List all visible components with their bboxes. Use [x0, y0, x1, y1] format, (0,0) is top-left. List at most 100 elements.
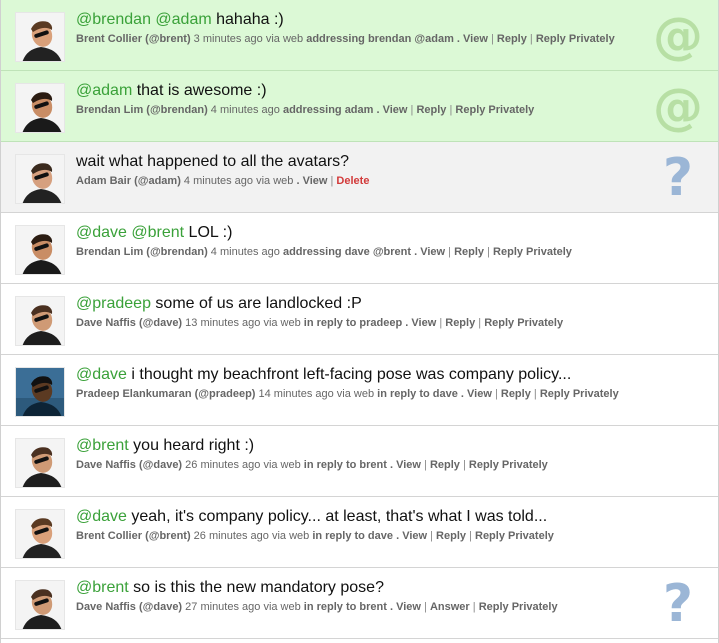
reply-link[interactable]: Reply	[445, 317, 475, 329]
reply-to-text: in reply to dave	[377, 388, 458, 400]
tweet-body: so is this the new mandatory pose?	[128, 579, 384, 596]
avatar[interactable]	[15, 509, 65, 559]
mention-link[interactable]: @dave @brent	[76, 224, 184, 241]
answer-link[interactable]: Answer	[430, 601, 470, 613]
author-name[interactable]: Brendan Lim (@brendan)	[76, 246, 208, 258]
avatar-image	[16, 439, 64, 487]
tweet-meta: Brent Collier (@brent) 3 minutes ago via…	[76, 33, 615, 45]
tweet-content: @dave @brent LOL :) Brendan Lim (@brenda…	[76, 223, 636, 259]
avatar-image	[16, 13, 64, 61]
view-link[interactable]: . View	[390, 459, 421, 471]
timestamp: 27 minutes ago via web	[182, 601, 304, 613]
mention-badge-icon: @	[653, 7, 703, 65]
reply-link[interactable]: Reply	[454, 246, 484, 258]
reply-privately-link[interactable]: Reply Privately	[536, 33, 615, 45]
author-name[interactable]: Dave Naffis (@dave)	[76, 317, 182, 329]
tweet-body: that is awesome :)	[132, 82, 267, 99]
avatar-image	[16, 581, 64, 629]
avatar[interactable]	[15, 438, 65, 488]
tweet-body: hahaha :)	[211, 11, 284, 28]
tweet-body: LOL :)	[184, 224, 233, 241]
reply-privately-link[interactable]: Reply Privately	[455, 104, 534, 116]
timestamp: 4 minutes ago via web	[180, 175, 297, 187]
reply-to-text: in reply to brent	[303, 459, 387, 471]
reply-link[interactable]: Reply	[497, 33, 527, 45]
view-link[interactable]: . View	[377, 104, 408, 116]
avatar[interactable]	[15, 367, 65, 417]
reply-link[interactable]: Reply	[416, 104, 446, 116]
tweet-meta: Dave Naffis (@dave) 27 minutes ago via w…	[76, 601, 558, 613]
reply-privately-link[interactable]: Reply Privately	[493, 246, 572, 258]
addressing-text: addressing adam	[282, 104, 374, 116]
timestamp: 26 minutes ago via web	[190, 530, 313, 542]
view-link[interactable]: . View	[405, 317, 436, 329]
tweet-meta: Pradeep Elankumaran (@pradeep) 14 minute…	[76, 388, 619, 400]
avatar[interactable]	[15, 225, 65, 275]
tweet-text: wait what happened to all the avatars?	[76, 152, 636, 172]
tweet-row: @dave i thought my beachfront left-facin…	[1, 355, 718, 426]
tweet-content: @dave i thought my beachfront left-facin…	[76, 365, 636, 401]
tweet-row: @brendan @adam hahaha :) Brent Collier (…	[1, 0, 718, 71]
author-name[interactable]: Pradeep Elankumaran (@pradeep)	[76, 388, 255, 400]
avatar-image	[16, 510, 64, 558]
tweet-content: @brent so is this the new mandatory pose…	[76, 578, 636, 614]
tweet-meta: Dave Naffis (@dave) 26 minutes ago via w…	[76, 459, 548, 471]
author-name[interactable]: Brendan Lim (@brendan)	[76, 104, 208, 116]
reply-privately-link[interactable]: Reply Privately	[479, 601, 558, 613]
tweet-meta: Brent Collier (@brent) 26 minutes ago vi…	[76, 530, 554, 542]
tweet-meta: Adam Bair (@adam) 4 minutes ago via web …	[76, 175, 370, 187]
mention-link[interactable]: @dave	[76, 366, 127, 383]
view-link[interactable]: . View	[396, 530, 427, 542]
avatar-image	[16, 368, 64, 416]
reply-privately-link[interactable]: Reply Privately	[540, 388, 619, 400]
avatar[interactable]	[15, 83, 65, 133]
tweet-text: @brendan @adam hahaha :)	[76, 10, 636, 30]
avatar-image	[16, 297, 64, 345]
tweet-body: you heard right :)	[128, 437, 255, 454]
tweet-content: @adam that is awesome :) Brendan Lim (@b…	[76, 81, 636, 117]
author-name[interactable]: Brent Collier (@brent)	[76, 33, 191, 45]
tweet-body: yeah, it's company policy... at least, t…	[126, 508, 548, 525]
avatar[interactable]	[15, 12, 65, 62]
reply-privately-link[interactable]: Reply Privately	[469, 459, 548, 471]
mention-link[interactable]: @adam	[76, 82, 132, 99]
reply-to-text: in reply to brent	[303, 601, 387, 613]
view-link[interactable]: . View	[461, 388, 492, 400]
tweet-body: wait what happened to all the avatars?	[76, 153, 350, 170]
addressing-text: addressing brendan @adam	[306, 33, 454, 45]
reply-link[interactable]: Reply	[501, 388, 531, 400]
mention-link[interactable]: @pradeep	[76, 295, 151, 312]
tweet-row: @adam that is awesome :) Brendan Lim (@b…	[1, 71, 718, 142]
view-link[interactable]: . View	[296, 175, 327, 187]
timestamp: 13 minutes ago via web	[182, 317, 304, 329]
reply-link[interactable]: Reply	[430, 459, 460, 471]
tweet-row: @pradeep some of us are landlocked :P Da…	[1, 284, 718, 355]
tweet-text: @adam that is awesome :)	[76, 81, 636, 101]
tweet-text: @dave @brent LOL :)	[76, 223, 636, 243]
author-name[interactable]: Adam Bair (@adam)	[76, 175, 181, 187]
mention-link[interactable]: @brent	[76, 579, 129, 596]
mention-link[interactable]: @dave	[76, 508, 127, 525]
reply-privately-link[interactable]: Reply Privately	[475, 530, 554, 542]
reply-link[interactable]: Reply	[436, 530, 466, 542]
mention-link[interactable]: @brendan @adam	[76, 11, 212, 28]
avatar[interactable]	[15, 580, 65, 630]
avatar[interactable]	[15, 154, 65, 204]
avatar[interactable]	[15, 296, 65, 346]
view-link[interactable]: . View	[390, 601, 421, 613]
tweet-row: @dave yeah, it's company policy... at le…	[1, 497, 718, 568]
view-link[interactable]: . View	[457, 33, 488, 45]
tweet-content: @brendan @adam hahaha :) Brent Collier (…	[76, 10, 636, 46]
timestamp: 26 minutes ago via web	[182, 459, 304, 471]
tweet-row: wait what happened to all the avatars? A…	[1, 142, 718, 213]
mention-link[interactable]: @brent	[76, 437, 129, 454]
author-name[interactable]: Brent Collier (@brent)	[76, 530, 191, 542]
delete-link[interactable]: Delete	[336, 175, 369, 187]
author-name[interactable]: Dave Naffis (@dave)	[76, 601, 182, 613]
view-link[interactable]: . View	[414, 246, 445, 258]
author-name[interactable]: Dave Naffis (@dave)	[76, 459, 182, 471]
reply-privately-link[interactable]: Reply Privately	[484, 317, 563, 329]
question-badge-icon: ?	[662, 574, 694, 634]
tweet-text: @pradeep some of us are landlocked :P	[76, 294, 636, 314]
tweet-body: i thought my beachfront left-facing pose…	[126, 366, 572, 383]
